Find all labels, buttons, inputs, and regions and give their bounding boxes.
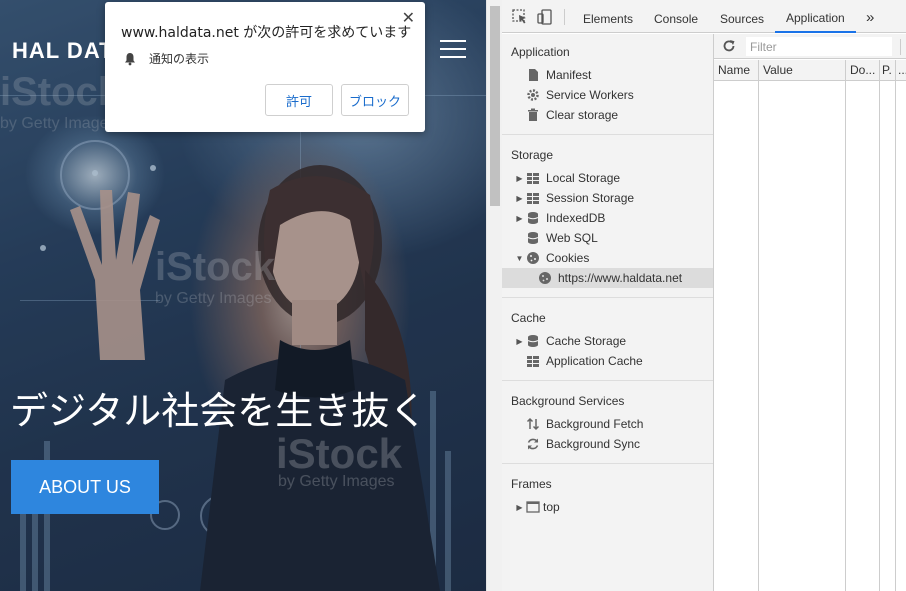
trash-icon [528, 108, 538, 121]
column-divider[interactable] [895, 60, 896, 591]
expand-arrow-icon[interactable]: ▶ [515, 503, 524, 512]
sidebar-item-label: Clear storage [546, 108, 619, 122]
sidebar-item-cookies[interactable]: ▼ Cookies [502, 248, 713, 268]
sidebar-item-application-cache[interactable]: Application Cache [502, 351, 713, 371]
block-button[interactable]: ブロック [341, 84, 409, 116]
column-divider[interactable] [845, 60, 846, 591]
bell-icon [125, 52, 135, 65]
section-divider [502, 463, 713, 464]
grid-icon [527, 173, 539, 184]
close-icon[interactable]: ✕ [402, 10, 415, 26]
sidebar-item-indexeddb[interactable]: ▶ IndexedDB [502, 208, 713, 228]
collapse-arrow-icon[interactable]: ▼ [515, 254, 524, 263]
sidebar-item-session-storage[interactable]: ▶ Session Storage [502, 188, 713, 208]
allow-button[interactable]: 許可 [265, 84, 333, 116]
toolbar-separator [900, 39, 901, 55]
database-icon [527, 212, 539, 224]
sidebar-item-web-sql[interactable]: Web SQL [502, 228, 713, 248]
page-scrollbar[interactable] [486, 0, 502, 591]
sidebar-item-cache-storage[interactable]: ▶ Cache Storage [502, 331, 713, 351]
sidebar-item-label: IndexedDB [546, 211, 606, 225]
notification-permission-dialog: www.haldata.net が次の許可を求めています ✕ 通知の表示 許可 … [105, 2, 425, 132]
column-header-domain[interactable]: Do... [846, 60, 879, 81]
sidebar-item-service-workers[interactable]: Service Workers [502, 85, 713, 105]
permission-item: 通知の表示 [123, 50, 209, 67]
document-icon [529, 69, 538, 81]
sidebar-item-frame-top[interactable]: ▶ top [502, 497, 713, 517]
sidebar-item-label: Session Storage [546, 191, 635, 205]
tab-separator [564, 9, 565, 25]
more-tabs-icon[interactable]: » [866, 0, 874, 33]
tab-application[interactable]: Application [775, 0, 856, 33]
about-us-button[interactable]: ABOUT US [11, 460, 159, 514]
sidebar-item-label: Application Cache [546, 354, 643, 368]
cookie-icon [527, 252, 539, 264]
hamburger-menu-icon[interactable] [440, 40, 466, 58]
expand-arrow-icon[interactable]: ▶ [515, 214, 524, 223]
sidebar-item-label: Cookies [546, 251, 590, 265]
expand-arrow-icon[interactable]: ▶ [515, 337, 524, 346]
tab-sources[interactable]: Sources [720, 0, 764, 33]
device-toolbar-icon[interactable] [536, 8, 554, 26]
section-title-storage: Storage [511, 148, 554, 162]
section-divider [502, 134, 713, 135]
sidebar-item-local-storage[interactable]: ▶ Local Storage [502, 168, 713, 188]
section-divider [502, 380, 713, 381]
scrollbar-thumb[interactable] [490, 6, 500, 206]
cookies-panel: Name Value Do... P. ... [714, 34, 906, 591]
website-viewport: iStock by Getty Images iStock by Getty I… [0, 0, 486, 591]
database-icon [527, 335, 539, 347]
column-header-value[interactable]: Value [759, 60, 845, 81]
application-sidebar: Application Manifest Service Workers Cle… [502, 34, 714, 591]
sidebar-item-label: Manifest [546, 68, 592, 82]
section-title-background-services: Background Services [511, 394, 625, 408]
sidebar-item-label: Service Workers [546, 88, 634, 102]
permission-title: www.haldata.net が次の許可を求めています [121, 25, 412, 41]
cookies-table: Name Value Do... P. ... [714, 60, 906, 591]
expand-arrow-icon[interactable]: ▶ [515, 194, 524, 203]
sidebar-item-label: top [543, 500, 560, 514]
sidebar-item-label: https://www.haldata.net [558, 271, 683, 285]
cookie-icon [539, 272, 551, 284]
up-down-arrows-icon [526, 417, 540, 431]
column-header-name[interactable]: Name [714, 60, 758, 81]
tab-elements[interactable]: Elements [583, 0, 633, 33]
expand-arrow-icon[interactable]: ▶ [515, 174, 524, 183]
frame-icon [526, 501, 540, 513]
inspect-element-icon[interactable] [511, 8, 529, 26]
sidebar-item-label: Local Storage [546, 171, 621, 185]
sidebar-item-background-sync[interactable]: Background Sync [502, 434, 713, 454]
sidebar-item-clear-storage[interactable]: Clear storage [502, 105, 713, 125]
column-header-path[interactable]: P. [880, 60, 895, 81]
grid-icon [527, 356, 539, 367]
sidebar-item-cookie-origin[interactable]: https://www.haldata.net [502, 268, 713, 288]
section-divider [502, 297, 713, 298]
database-icon [527, 232, 539, 244]
permission-item-label: 通知の表示 [149, 52, 210, 66]
column-divider[interactable] [879, 60, 880, 591]
sidebar-item-label: Web SQL [546, 231, 598, 245]
sidebar-item-label: Cache Storage [546, 334, 627, 348]
sidebar-item-label: Background Sync [546, 437, 641, 451]
sync-icon [527, 438, 539, 450]
refresh-icon[interactable] [722, 39, 736, 53]
tab-console[interactable]: Console [654, 0, 698, 33]
hero-headline: デジタル社会を生き抜く [10, 389, 428, 433]
filter-input[interactable] [746, 37, 892, 56]
devtools-panel: Elements Console Sources Application » A… [502, 0, 906, 591]
devtools-tabbar: Elements Console Sources Application » [502, 0, 906, 33]
section-title-frames: Frames [511, 477, 552, 491]
sidebar-item-label: Background Fetch [546, 417, 644, 431]
section-title-application: Application [511, 45, 570, 59]
sidebar-item-background-fetch[interactable]: Background Fetch [502, 414, 713, 434]
gear-icon [527, 89, 539, 101]
grid-icon [527, 193, 539, 204]
sidebar-item-manifest[interactable]: Manifest [502, 65, 713, 85]
section-title-cache: Cache [511, 311, 546, 325]
cookies-toolbar [714, 34, 906, 59]
column-header-more[interactable]: ... [896, 60, 906, 81]
column-divider[interactable] [758, 60, 759, 591]
